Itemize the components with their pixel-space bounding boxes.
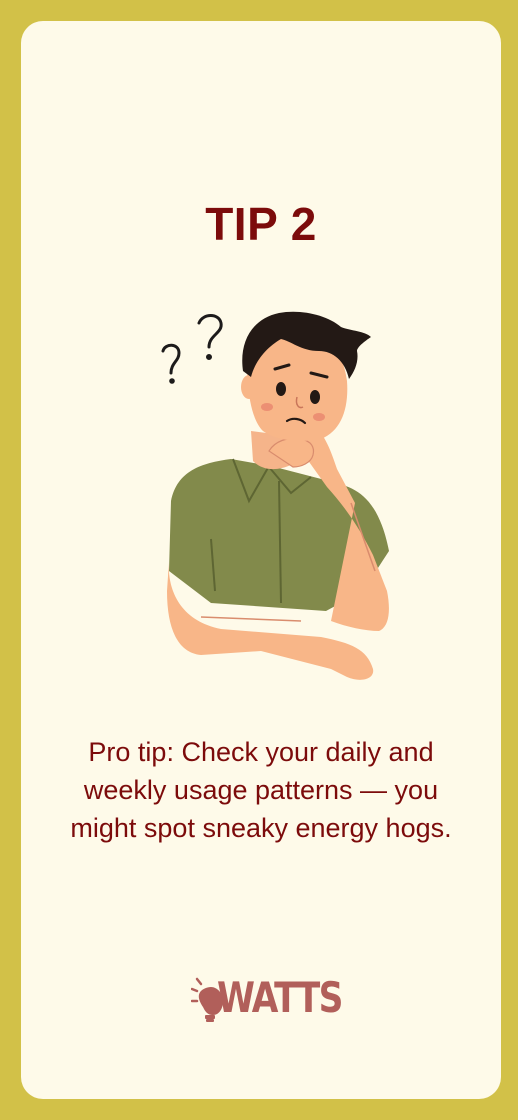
watts-logo: WATTS bbox=[191, 971, 343, 1027]
logo-text: WATTS bbox=[217, 973, 343, 1022]
question-marks-icon bbox=[161, 314, 223, 384]
outer-frame: TIP 2 Pro tip: Check your daily and week… bbox=[0, 0, 518, 1120]
thinking-man-illustration bbox=[161, 311, 389, 680]
tip-card: TIP 2 Pro tip: Check your daily and week… bbox=[21, 21, 501, 1099]
tip-title: TIP 2 bbox=[205, 198, 317, 250]
tip-text: Pro tip: Check your daily and weekly usa… bbox=[70, 737, 452, 843]
